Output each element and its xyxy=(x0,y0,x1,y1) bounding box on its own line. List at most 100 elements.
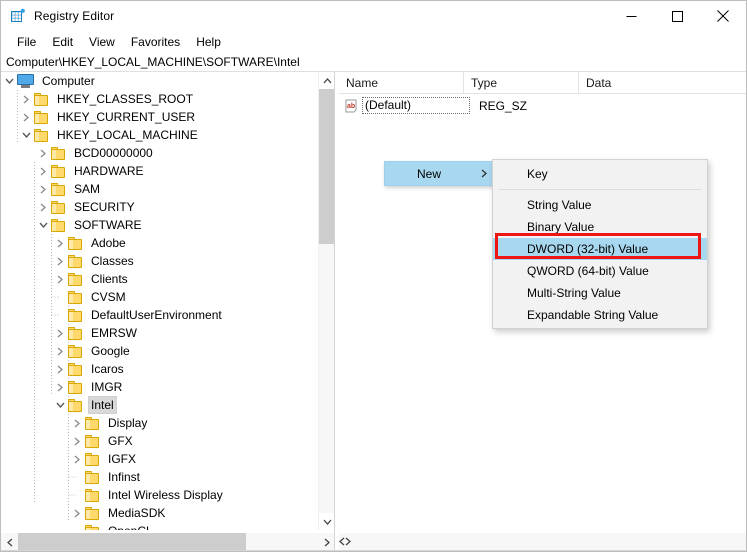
collapse-arrow-icon[interactable] xyxy=(18,126,34,144)
folder-icon xyxy=(85,470,100,484)
tree-item-sam[interactable]: SAM xyxy=(1,180,319,198)
close-button[interactable] xyxy=(700,1,746,31)
menu-item-key[interactable]: Key xyxy=(493,163,707,185)
maximize-button[interactable] xyxy=(654,1,700,31)
chevron-up-icon[interactable] xyxy=(319,72,334,89)
tree-item-hkey-current-user[interactable]: HKEY_CURRENT_USER xyxy=(1,108,319,126)
tree-item-imgr[interactable]: IMGR xyxy=(1,378,319,396)
menu-file[interactable]: File xyxy=(9,33,44,51)
tree-item-software[interactable]: SOFTWARE xyxy=(1,216,319,234)
tree-item-security[interactable]: SECURITY xyxy=(1,198,319,216)
chevron-left-icon[interactable] xyxy=(1,533,18,551)
tree-hscroll-thumb[interactable] xyxy=(18,533,246,551)
tree-item-bcd00000000[interactable]: BCD00000000 xyxy=(1,144,319,162)
address-bar[interactable]: Computer\HKEY_LOCAL_MACHINE\SOFTWARE\Int… xyxy=(1,52,746,72)
computer-icon xyxy=(17,74,34,88)
expand-arrow-icon[interactable] xyxy=(69,432,85,450)
folder-icon xyxy=(51,200,66,214)
menu-item-dword-32-bit-value[interactable]: DWORD (32-bit) Value xyxy=(493,238,707,260)
menu-view[interactable]: View xyxy=(81,33,123,51)
tree-item-display[interactable]: Display xyxy=(1,414,319,432)
expand-arrow-icon[interactable] xyxy=(52,252,68,270)
tree-item-opencl[interactable]: OpenCL xyxy=(1,522,319,530)
menu-edit[interactable]: Edit xyxy=(44,33,81,51)
registry-tree[interactable]: Computer HKEY_CLASSES_ROOT HKEY_CURRENT_US… xyxy=(1,72,319,530)
tree-item-hardware[interactable]: HARDWARE xyxy=(1,162,319,180)
tree-item-defaultuserenvironment[interactable]: DefaultUserEnvironment xyxy=(1,306,319,324)
menu-item-label: Key xyxy=(527,167,548,181)
table-row[interactable]: ab (Default) REG_SZ xyxy=(339,96,746,115)
tree-item-label: GFX xyxy=(108,434,133,448)
tree-item-cvsm[interactable]: CVSM xyxy=(1,288,319,306)
tree-horizontal-scrollbar[interactable] xyxy=(1,533,334,551)
tree-item-label: SOFTWARE xyxy=(74,218,142,232)
expand-arrow-icon[interactable] xyxy=(52,360,68,378)
folder-icon xyxy=(68,398,83,412)
tree-item-gfx[interactable]: GFX xyxy=(1,432,319,450)
expand-arrow-icon[interactable] xyxy=(52,342,68,360)
expand-arrow-icon[interactable] xyxy=(35,144,51,162)
values-horizontal-scrollbar[interactable] xyxy=(339,533,746,551)
minimize-button[interactable] xyxy=(608,1,654,31)
tree-item-label: Google xyxy=(91,344,130,358)
tree-scroll-thumb[interactable] xyxy=(319,89,334,244)
expand-arrow-icon[interactable] xyxy=(35,180,51,198)
folder-icon xyxy=(85,416,100,430)
window-title: Registry Editor xyxy=(34,9,115,23)
menu-help[interactable]: Help xyxy=(188,33,229,51)
tree-item-mediasdk[interactable]: MediaSDK xyxy=(1,504,319,522)
tree-item-hkey-classes-root[interactable]: HKEY_CLASSES_ROOT xyxy=(1,90,319,108)
collapse-arrow-icon[interactable] xyxy=(1,72,17,90)
tree-item-google[interactable]: Google xyxy=(1,342,319,360)
tree-item-adobe[interactable]: Adobe xyxy=(1,234,319,252)
expand-arrow-icon[interactable] xyxy=(69,504,85,522)
expand-arrow-icon[interactable] xyxy=(18,108,34,126)
menu-item-multi-string-value[interactable]: Multi-String Value xyxy=(493,282,707,304)
tree-item-intel-wireless-display[interactable]: Intel Wireless Display xyxy=(1,486,319,504)
column-header-type[interactable]: Type xyxy=(464,72,579,94)
tree-item-emrsw[interactable]: EMRSW xyxy=(1,324,319,342)
menu-item-binary-value[interactable]: Binary Value xyxy=(493,216,707,238)
tree-hscroll-track[interactable] xyxy=(18,533,318,551)
expand-arrow-icon[interactable] xyxy=(35,198,51,216)
tree-item-label: DefaultUserEnvironment xyxy=(91,308,222,322)
tree-item-clients[interactable]: Clients xyxy=(1,270,319,288)
tree-scroll-track[interactable] xyxy=(319,89,334,513)
expand-arrow-icon[interactable] xyxy=(52,234,68,252)
tree-item-icaros[interactable]: Icaros xyxy=(1,360,319,378)
column-header-name[interactable]: Name xyxy=(339,72,464,94)
collapse-arrow-icon[interactable] xyxy=(52,396,68,414)
column-header-data[interactable]: Data xyxy=(579,72,746,94)
tree-item-intel[interactable]: Intel xyxy=(1,396,319,414)
tree-item-label: Intel Wireless Display xyxy=(108,488,223,502)
chevron-right-icon[interactable] xyxy=(318,533,334,551)
menu-item-label: Expandable String Value xyxy=(527,308,659,322)
menu-item-qword-64-bit-value[interactable]: QWORD (64-bit) Value xyxy=(493,260,707,282)
expand-arrow-icon[interactable] xyxy=(69,414,85,432)
context-menu-new-label: New xyxy=(417,166,442,181)
tree-vertical-scrollbar[interactable] xyxy=(318,72,334,530)
menu-item-expandable-string-value[interactable]: Expandable String Value xyxy=(493,304,707,326)
expand-arrow-icon[interactable] xyxy=(52,270,68,288)
svg-text:ab: ab xyxy=(347,103,355,110)
expand-arrow-icon[interactable] xyxy=(52,324,68,342)
collapse-arrow-icon[interactable] xyxy=(35,216,51,234)
expand-arrow-icon[interactable] xyxy=(35,162,51,180)
expand-arrow-icon[interactable] xyxy=(69,450,85,468)
context-menu-item-new[interactable]: New xyxy=(384,161,497,186)
tree-item-classes[interactable]: Classes xyxy=(1,252,319,270)
tree-item-hkey-local-machine[interactable]: HKEY_LOCAL_MACHINE xyxy=(1,126,319,144)
folder-icon xyxy=(68,254,83,268)
tree-item-computer[interactable]: Computer xyxy=(1,72,319,90)
chevron-right-icon[interactable] xyxy=(345,533,351,551)
menu-favorites[interactable]: Favorites xyxy=(123,33,188,51)
expand-arrow-icon[interactable] xyxy=(52,378,68,396)
menu-separator xyxy=(499,189,701,190)
chevron-down-icon[interactable] xyxy=(319,513,334,530)
expand-arrow-icon[interactable] xyxy=(18,90,34,108)
menu-item-string-value[interactable]: String Value xyxy=(493,194,707,216)
tree-item-infinst[interactable]: Infinst xyxy=(1,468,319,486)
tree-item-igfx[interactable]: IGFX xyxy=(1,450,319,468)
